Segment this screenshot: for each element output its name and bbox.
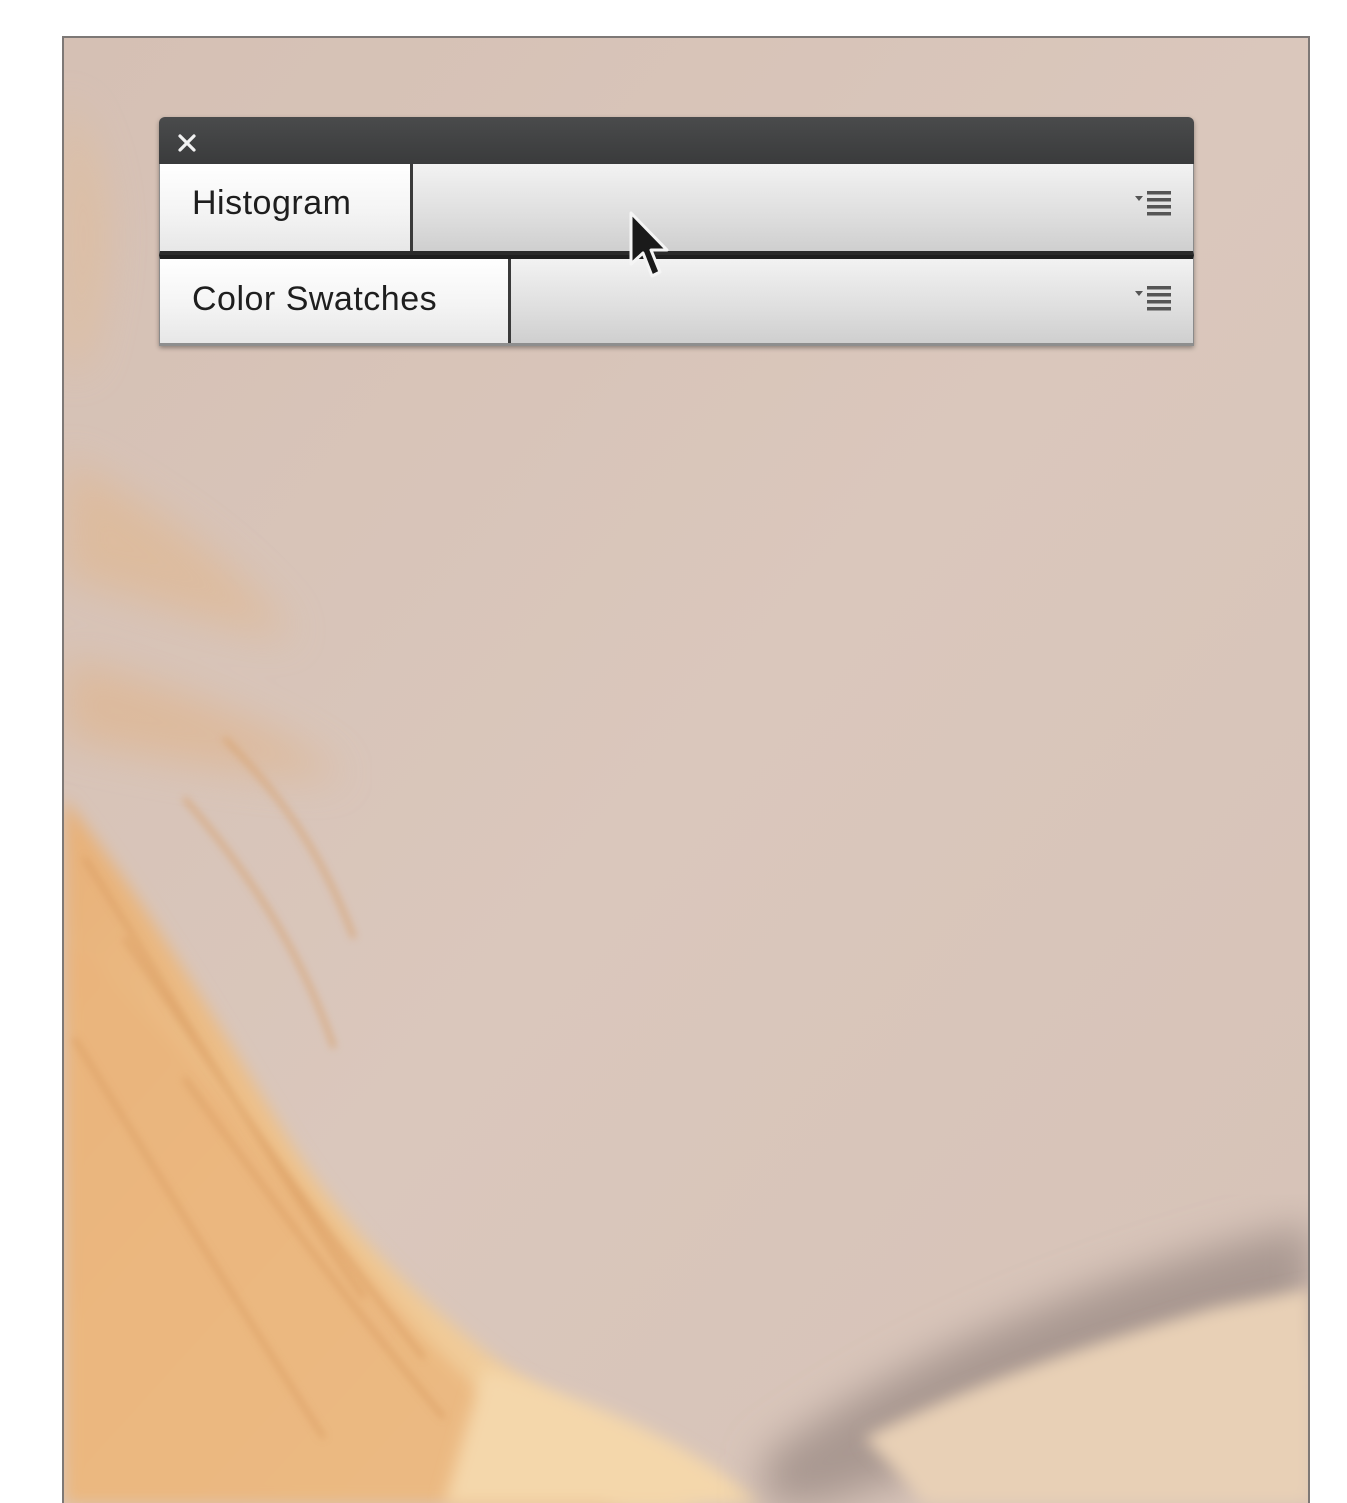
panel-menu-icon[interactable] (1131, 281, 1179, 315)
close-icon[interactable] (173, 129, 201, 157)
panel-color-swatches: Color Swatches (159, 255, 1194, 346)
tab-color-swatches-label: Color Swatches (192, 279, 438, 318)
floating-panel-group: Histogram Color Swatches (159, 117, 1194, 346)
panel-titlebar[interactable] (159, 117, 1194, 164)
panel-menu-icon[interactable] (1131, 186, 1179, 220)
panel-histogram: Histogram (159, 164, 1194, 255)
tab-histogram[interactable]: Histogram (160, 164, 413, 251)
tab-histogram-label: Histogram (192, 184, 352, 222)
tab-color-swatches[interactable]: Color Swatches (160, 259, 511, 343)
